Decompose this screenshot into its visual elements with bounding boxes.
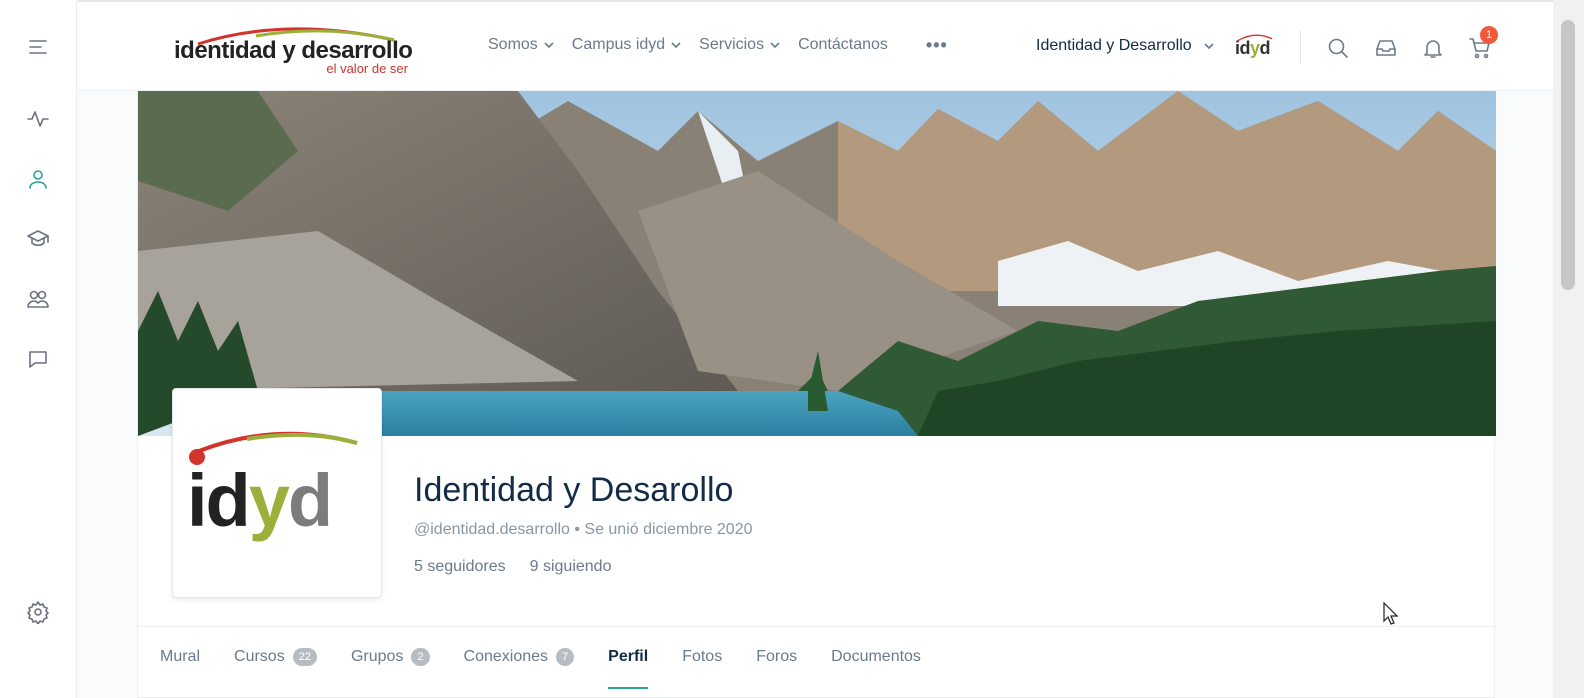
nav-item-somos[interactable]: Somos <box>488 36 554 54</box>
main-nav: Somos Campus idyd Servicios Contáctanos … <box>488 36 966 54</box>
mini-logo-text: idyd <box>1235 38 1271 58</box>
profile-handle: @identidad.desarrollo <box>414 521 570 538</box>
tab-label: Perfil <box>608 648 649 665</box>
tab-label: Foros <box>756 648 798 665</box>
tab-label: Mural <box>160 648 201 665</box>
account-menu[interactable]: Identidad y Desarrollo <box>1036 37 1214 55</box>
left-sidebar <box>0 0 77 698</box>
search-icon[interactable] <box>1326 36 1350 60</box>
profile-icon[interactable] <box>24 165 52 193</box>
account-name: Identidad y Desarrollo <box>1036 37 1192 54</box>
chevron-down-icon <box>770 42 780 49</box>
page-scrollbar[interactable] <box>1553 0 1584 698</box>
mountain-lake-image <box>138 91 1496 436</box>
settings-icon[interactable] <box>24 598 52 626</box>
tab-label: Fotos <box>682 648 723 665</box>
groups-icon[interactable] <box>24 285 52 313</box>
tab-foros[interactable]: Foros <box>756 627 797 687</box>
more-menu-button[interactable]: ••• <box>926 36 948 54</box>
tab-label: Documentos <box>831 648 921 665</box>
tab-label: Cursos <box>234 648 285 665</box>
tab-mural[interactable]: Mural <box>160 627 200 687</box>
tab-label: Grupos <box>350 648 404 665</box>
nav-item-servicios[interactable]: Servicios <box>699 36 780 54</box>
scrollbar-thumb[interactable] <box>1561 20 1575 290</box>
tab-cursos[interactable]: Cursos 22 <box>234 627 317 687</box>
cover-photo <box>138 91 1496 436</box>
mouse-cursor-icon <box>1383 602 1399 625</box>
tab-count-badge: 2 <box>411 648 430 666</box>
tab-documentos[interactable]: Documentos <box>831 627 921 687</box>
site-logo[interactable]: identidad y desarrollo el valor de ser <box>174 20 414 78</box>
tab-label: Conexiones <box>463 648 549 665</box>
nav-label: Contáctanos <box>798 36 888 53</box>
nav-label: Servicios <box>699 36 765 53</box>
tab-count-badge: 22 <box>292 648 317 666</box>
profile-card: idyd Identidad y Desarollo @identidad.de… <box>137 91 1496 698</box>
tab-count-badge: 7 <box>556 648 575 666</box>
chevron-down-icon <box>671 42 681 49</box>
forums-icon[interactable] <box>24 345 52 373</box>
followers-count[interactable]: 5 seguidores <box>414 558 506 576</box>
profile-name: Identidad y Desarollo <box>414 471 734 509</box>
inbox-icon[interactable] <box>1374 36 1398 60</box>
courses-icon[interactable] <box>24 225 52 253</box>
activity-icon[interactable] <box>24 105 52 133</box>
profile-meta: @identidad.desarrollo • Se unió diciembr… <box>414 521 753 538</box>
top-header: identidad y desarrollo el valor de ser S… <box>78 0 1553 91</box>
tab-perfil[interactable]: Perfil <box>608 627 649 689</box>
nav-item-contactanos[interactable]: Contáctanos <box>798 36 888 54</box>
profile-joined: Se unió diciembre 2020 <box>584 521 753 538</box>
menu-icon[interactable] <box>24 33 52 61</box>
notifications-bell-icon[interactable] <box>1421 36 1445 60</box>
profile-stats: 5 seguidores 9 siguiendo <box>414 558 611 576</box>
logo-tagline: el valor de ser <box>326 61 408 76</box>
avatar-logo-text: idyd <box>187 459 333 542</box>
nav-label: Somos <box>488 36 538 53</box>
profile-avatar[interactable]: idyd <box>172 388 382 598</box>
chevron-down-icon <box>1204 43 1214 50</box>
nav-item-campus[interactable]: Campus idyd <box>572 36 681 54</box>
user-avatar-logo[interactable]: idyd <box>1235 32 1275 62</box>
header-divider <box>1300 30 1301 64</box>
chevron-down-icon <box>544 42 554 49</box>
following-count[interactable]: 9 siguiendo <box>530 558 612 576</box>
tab-grupos[interactable]: Grupos 2 <box>351 627 430 687</box>
tab-fotos[interactable]: Fotos <box>682 627 722 687</box>
profile-tabs: Mural Cursos 22 Grupos 2 Conexiones 7 Perfi… <box>138 626 1496 698</box>
cart-count-badge: 1 <box>1480 26 1498 44</box>
tab-conexiones[interactable]: Conexiones 7 <box>464 627 575 687</box>
nav-label: Campus idyd <box>571 36 666 53</box>
